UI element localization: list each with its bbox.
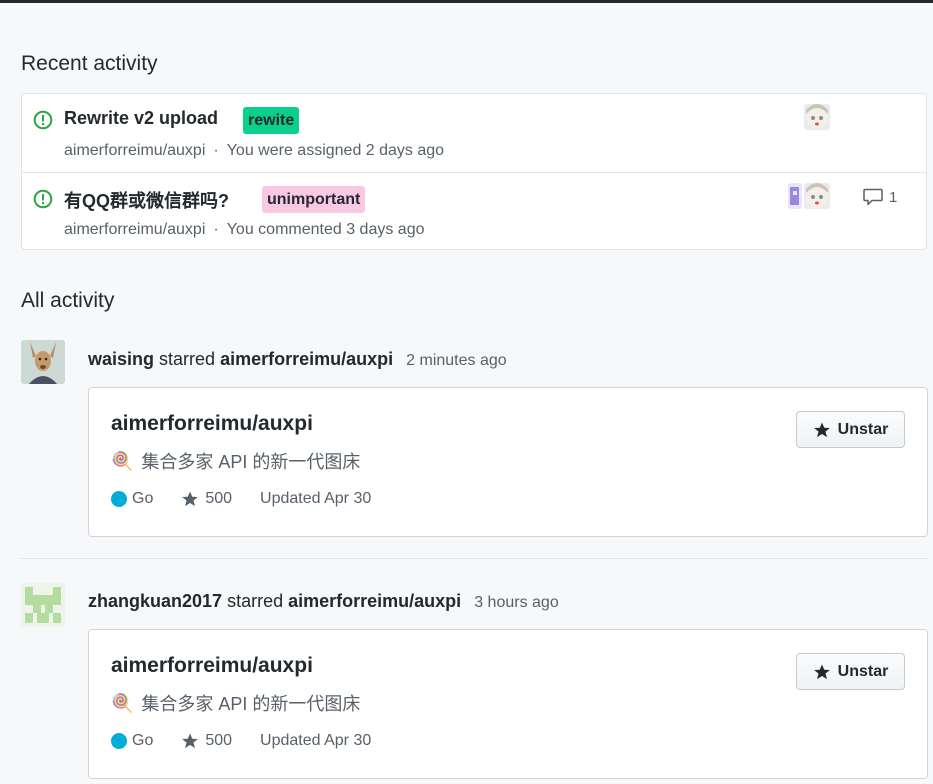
star-icon [813, 422, 830, 437]
unstar-button[interactable]: Unstar [796, 653, 905, 690]
comment-count: 1 [889, 188, 898, 206]
star-count: 500 [205, 732, 233, 749]
language-color-dot [111, 491, 127, 507]
avatar[interactable] [21, 340, 65, 384]
lollipop-icon: 🍭 [111, 692, 134, 713]
repo-meta: Go 500 Updated Apr 30 [111, 732, 371, 750]
issue-repo-link[interactable]: aimerforreimu/auxpi [64, 142, 205, 159]
all-activity-heading: All activity [21, 289, 115, 312]
repo-language: Go [132, 732, 154, 749]
event-time: 2 minutes ago [406, 352, 507, 369]
separator-dot: · [213, 142, 219, 159]
issue-label[interactable]: rewite [243, 107, 300, 134]
event-verb: starred [159, 349, 216, 369]
issue-title-link[interactable]: 有QQ群或微信群吗? [64, 187, 229, 213]
issue-action-text: You were assigned 2 days ago [226, 142, 445, 159]
issue-action-text: You commented 3 days ago [226, 221, 425, 238]
issue-repo-link[interactable]: aimerforreimu/auxpi [64, 221, 205, 238]
issue-meta: aimerforreimu/auxpi · You commented 3 days… [64, 221, 424, 239]
issue-meta: aimerforreimu/auxpi · You were assigned 2 … [64, 142, 444, 160]
issue-title-link[interactable]: Rewrite v2 upload [64, 108, 218, 129]
top-bar [0, 0, 933, 3]
separator-dot: · [213, 221, 219, 238]
language-color-dot [111, 733, 127, 749]
repo-link[interactable]: aimerforreimu/auxpi [288, 591, 461, 611]
star-count: 500 [205, 490, 233, 507]
avatar[interactable] [21, 583, 65, 627]
issue-opened-icon [33, 110, 53, 130]
comments-link[interactable]: 1 [863, 188, 897, 206]
repo-description-text: 集合多家 API 的新一代图床 [141, 694, 361, 714]
repo-link[interactable]: aimerforreimu/auxpi [220, 349, 393, 369]
recent-item: 有QQ群或微信群吗? unimportant aimerforreimu/aux… [22, 172, 926, 250]
unstar-label: Unstar [837, 420, 889, 438]
unstar-button[interactable]: Unstar [796, 411, 905, 448]
stargazers-link[interactable]: 500 [181, 732, 232, 750]
feed-event-line: zhangkuan2017 starred aimerforreimu/auxp… [88, 591, 559, 612]
stargazers-link[interactable]: 500 [181, 490, 232, 508]
participant-avatar[interactable] [804, 183, 830, 209]
repo-card: aimerforreimu/auxpi 🍭 集合多家 API 的新一代图床 Go… [88, 629, 928, 779]
repo-updated: Updated Apr 30 [260, 732, 372, 749]
repo-language: Go [132, 490, 154, 507]
repo-description-text: 集合多家 API 的新一代图床 [141, 452, 361, 472]
recent-activity-heading: Recent activity [21, 52, 158, 75]
repo-name-link[interactable]: aimerforreimu/auxpi [111, 412, 313, 436]
feed-divider [21, 558, 927, 559]
star-icon [813, 664, 830, 679]
actor-link[interactable]: zhangkuan2017 [88, 591, 222, 611]
repo-updated: Updated Apr 30 [260, 490, 372, 507]
recent-activity-list: Rewrite v2 upload rewite aimerforreimu/a… [21, 93, 927, 250]
event-verb: starred [227, 591, 284, 611]
repo-meta: Go 500 Updated Apr 30 [111, 490, 371, 508]
assignee-avatar[interactable] [804, 104, 830, 130]
lollipop-icon: 🍭 [111, 450, 134, 471]
star-icon [182, 491, 199, 507]
repo-description: 🍭 集合多家 API 的新一代图床 [111, 690, 360, 716]
repo-description: 🍭 集合多家 API 的新一代图床 [111, 448, 360, 474]
repo-name-link[interactable]: aimerforreimu/auxpi [111, 654, 313, 678]
comment-icon [863, 188, 883, 206]
recent-item: Rewrite v2 upload rewite aimerforreimu/a… [22, 94, 926, 172]
participant-avatar[interactable] [788, 183, 802, 209]
issue-opened-icon [33, 189, 53, 209]
repo-card: aimerforreimu/auxpi 🍭 集合多家 API 的新一代图床 Go… [88, 387, 928, 537]
event-time: 3 hours ago [474, 594, 559, 611]
unstar-label: Unstar [837, 662, 889, 680]
actor-link[interactable]: waising [88, 349, 154, 369]
feed-event-line: waising starred aimerforreimu/auxpi 2 mi… [88, 349, 507, 370]
star-icon [182, 733, 199, 749]
issue-label[interactable]: unimportant [262, 186, 366, 213]
